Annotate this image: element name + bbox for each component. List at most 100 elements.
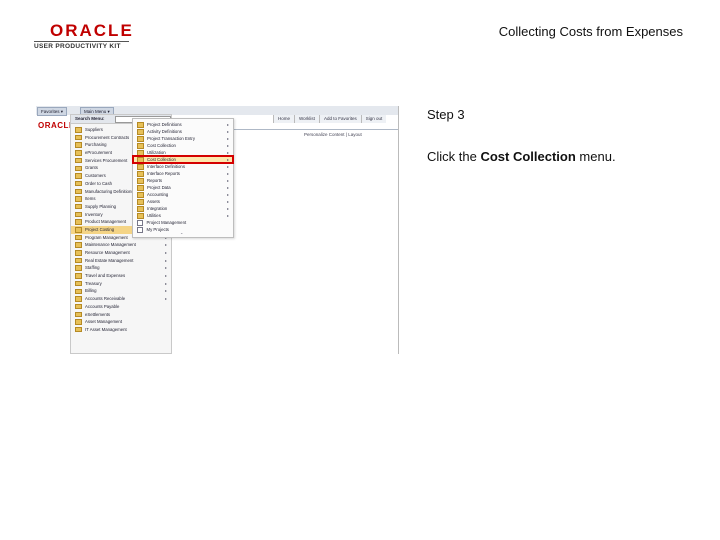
submenu-item[interactable]: Reports ▸ xyxy=(133,177,233,184)
submenu-arrow-icon: ▸ xyxy=(226,150,229,155)
folder-icon xyxy=(75,173,82,179)
folder-icon xyxy=(137,206,144,212)
main-menu-item-label: Accounts Receivable xyxy=(85,296,126,302)
folder-icon xyxy=(137,171,144,177)
submenu-arrow-icon: ▸ xyxy=(164,296,167,302)
submenu-item[interactable]: Activity Definitions ▸ xyxy=(133,128,233,135)
submenu-item-label: My Projects xyxy=(146,227,169,232)
main-menu-item[interactable]: Billing ▸ xyxy=(71,287,171,295)
instruction-text: Click the Cost Collection menu. xyxy=(427,149,616,164)
page-icon xyxy=(137,219,143,226)
main-menu-item[interactable]: Asset Management xyxy=(71,318,171,326)
submenu-item[interactable]: Cost Collection ▸ xyxy=(133,142,233,149)
main-menu-item-label: Accounts Payable xyxy=(85,303,120,309)
main-menu-item[interactable]: Resource Management ▸ xyxy=(71,249,171,257)
main-menu-item-label: Inventory xyxy=(85,211,103,217)
main-menu-item-label: Manufacturing Definitions xyxy=(85,188,134,194)
instruction-target: Cost Collection xyxy=(480,149,576,164)
folder-icon xyxy=(137,192,144,198)
folder-icon xyxy=(75,157,82,164)
submenu-arrow-icon: ▸ xyxy=(226,143,229,148)
submenu-item[interactable]: Accounting ▸ xyxy=(133,191,233,198)
submenu-item[interactable]: Utilization ▸ xyxy=(133,149,233,156)
folder-icon xyxy=(137,164,144,170)
main-menu-item-label: Items xyxy=(85,196,96,202)
folder-icon xyxy=(137,143,144,149)
main-menu-item[interactable]: Real Estate Management ▸ xyxy=(71,257,171,265)
folder-icon xyxy=(137,129,144,135)
main-menu-item-label: Travel and Expenses xyxy=(85,273,126,279)
folder-icon xyxy=(137,122,144,128)
main-menu-item[interactable]: IT Asset Management xyxy=(71,326,171,334)
main-menu-item[interactable]: eSettlements xyxy=(71,311,171,319)
submenu-item[interactable]: Utilities ▸ xyxy=(133,212,233,219)
main-menu-item-label: eSettlements xyxy=(85,311,111,317)
submenu-item-label: Assets xyxy=(147,199,160,204)
folder-icon xyxy=(75,242,82,248)
submenu-item[interactable]: Project Data ▸ xyxy=(133,184,233,191)
submenu-item-label: Project Transaction Entry xyxy=(147,136,196,141)
folder-icon xyxy=(75,288,82,295)
folder-icon xyxy=(75,296,82,302)
personalize-link[interactable]: Personalize Content | Layout xyxy=(304,132,362,137)
submenu-arrow-icon: ▸ xyxy=(164,242,167,248)
submenu-item[interactable]: Assets ▸ xyxy=(133,198,233,205)
main-menu-item-label: Customers xyxy=(85,173,106,179)
submenu-item[interactable]: Interface Definitions ▸ xyxy=(133,163,233,170)
logo-subtitle: USER PRODUCTIVITY KIT xyxy=(34,41,129,50)
folder-icon xyxy=(75,257,82,264)
folder-icon xyxy=(75,150,82,156)
worklist-link[interactable]: Worklist xyxy=(294,115,319,123)
main-menu-item-label: Resource Management xyxy=(85,250,130,255)
folder-icon xyxy=(137,136,144,142)
folder-icon xyxy=(137,157,144,163)
submenu-arrow-icon: ▸ xyxy=(226,199,229,204)
instruction-suffix: menu. xyxy=(575,149,616,164)
folder-icon xyxy=(75,165,82,172)
submenu-item[interactable]: Interface Reports ▸ xyxy=(133,170,233,177)
submenu-item-label: Activity Definitions xyxy=(147,129,182,134)
main-menu-item[interactable]: Travel and Expenses ▸ xyxy=(71,272,171,280)
main-menu-item[interactable]: Treasury ▸ xyxy=(71,280,171,288)
folder-icon xyxy=(75,234,82,241)
add-favorites-link[interactable]: Add to Favorites xyxy=(318,115,361,123)
submenu-item[interactable]: Project Definitions ▸ xyxy=(133,121,233,128)
sign-out-link[interactable]: Sign out xyxy=(360,115,387,123)
folder-icon xyxy=(75,196,82,202)
submenu-item[interactable]: Project Management xyxy=(133,219,233,226)
cost-collection-menu-item[interactable]: Cost Collection ▸ xyxy=(132,155,234,164)
submenu-item-label: Utilities xyxy=(147,213,161,218)
main-menu-item-label: IT Asset Management xyxy=(85,326,127,332)
submenu-item[interactable]: Integration ▸ xyxy=(133,205,233,212)
main-menu-item-label: Purchasing xyxy=(85,142,107,148)
step-number: Step 3 xyxy=(427,107,465,122)
main-menu-item-label: Staffing xyxy=(85,265,100,271)
main-menu-item[interactable]: Accounts Receivable ▸ xyxy=(71,295,171,303)
main-menu-item-label: Program Management xyxy=(85,234,128,240)
scroll-down-icon[interactable]: ⌄ xyxy=(180,230,183,235)
oracle-upk-logo: ORACLE USER PRODUCTIVITY KIT xyxy=(34,21,134,50)
folder-icon xyxy=(75,250,82,256)
favorites-tab[interactable]: Favorites ▾ xyxy=(37,107,68,116)
home-link[interactable]: Home xyxy=(273,115,294,123)
main-menu-item-label: Order to Cash xyxy=(85,180,112,186)
folder-icon xyxy=(75,280,82,287)
folder-icon xyxy=(75,311,82,318)
main-menu-item-label: Supply Planning xyxy=(85,203,117,209)
folder-icon xyxy=(75,319,82,325)
main-menu-item[interactable]: Staffing ▸ xyxy=(71,264,171,272)
folder-icon xyxy=(75,203,82,210)
main-menu-item[interactable]: Maintenance Management ▸ xyxy=(71,241,171,249)
top-links: Home Worklist Add to Favorites Sign out xyxy=(273,115,387,123)
logo-text: ORACLE xyxy=(50,21,134,40)
main-menu-item-label: Maintenance Management xyxy=(85,242,136,248)
main-menu-item-label: Procurement Contracts xyxy=(85,134,130,140)
submenu-arrow-icon: ▸ xyxy=(226,122,229,127)
main-menu-item-label: Billing xyxy=(85,288,97,294)
submenu-arrow-icon: ▸ xyxy=(226,178,229,183)
submenu-arrow-icon: ▸ xyxy=(226,213,229,218)
instruction-prefix: Click the xyxy=(427,149,481,164)
main-menu-item-label: Real Estate Management xyxy=(85,257,134,263)
submenu-item[interactable]: Project Transaction Entry ▸ xyxy=(133,135,233,142)
main-menu-item[interactable]: Accounts Payable xyxy=(71,303,171,311)
